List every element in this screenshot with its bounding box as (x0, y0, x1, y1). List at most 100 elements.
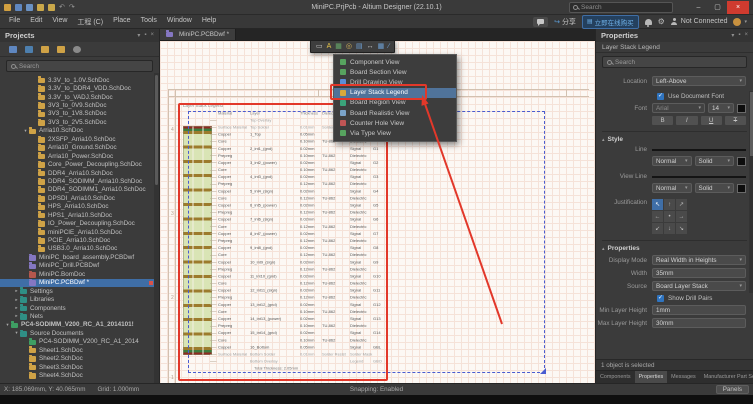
tree-item-ddr4-sodimm-arria10-schdoc[interactable]: DDR4_SODIMM_Arria10.SchDoc (0, 177, 159, 185)
font-t-button[interactable]: T (725, 116, 746, 125)
line-color-swatch[interactable] (737, 157, 746, 166)
bottom-tab-properties[interactable]: Properties (635, 371, 668, 383)
justification-cell-7[interactable]: ↓ (664, 223, 675, 234)
panel-pin-icon[interactable]: ▪ (738, 32, 740, 39)
properties-scrollbar[interactable] (749, 91, 753, 293)
tree-item-sheet3-schdoc[interactable]: Sheet3.SchDoc (0, 363, 159, 371)
menu-view[interactable]: View (47, 15, 72, 29)
board-view-icon[interactable]: ▭ (316, 43, 323, 50)
tree-item-hps1-arria10-schdoc[interactable]: HPS1_Arria10.SchDoc (0, 211, 159, 219)
view-line-color-swatch[interactable] (737, 184, 746, 193)
menu-place[interactable]: Place (108, 15, 136, 29)
style-section-header[interactable]: ▴ Style (602, 131, 747, 143)
menu-item-component-view[interactable]: Component View (334, 57, 456, 67)
tree-item-sheet1-schdoc[interactable]: Sheet1.SchDoc (0, 346, 159, 354)
menu-item-board-realistic-view[interactable]: Board Realistic View (334, 108, 456, 118)
save-project-icon[interactable] (9, 46, 17, 53)
location-select[interactable]: Left-Above▾ (652, 76, 746, 86)
maximize-button[interactable]: ▢ (708, 1, 727, 14)
tree-item-components[interactable]: ▸Components (0, 304, 159, 312)
tree-item-io-power-decoupling-schdoc[interactable]: IO_Power_Decoupling.SchDoc (0, 219, 159, 227)
menu-item-board-section-view[interactable]: Board Section View (334, 67, 456, 77)
open-folder-icon[interactable] (41, 46, 49, 53)
save-all-icon[interactable] (48, 4, 55, 11)
font-b-button[interactable]: B (652, 116, 673, 125)
font-family-select[interactable]: Arial▾ (652, 103, 705, 113)
bottom-tab-components[interactable]: Components (596, 371, 635, 383)
properties-search-input[interactable]: Search (602, 56, 747, 68)
tree-item-arria10-power-schdoc[interactable]: Arria10_Power.SchDoc (0, 152, 159, 160)
component-view-tool-icon[interactable]: A (327, 43, 332, 50)
tree-item-arria10-ground-schdoc[interactable]: Arria10_Ground.SchDoc (0, 144, 159, 152)
tree-item-3v3-to-1v8-schdoc[interactable]: 3V3_to_1V8.SchDoc (0, 110, 159, 118)
use-document-font-checkbox[interactable]: ✓ (657, 93, 664, 100)
tree-item-pcie-arria10-schdoc[interactable]: PCIE_Arria10.SchDoc (0, 236, 159, 244)
tree-caret-icon[interactable]: ▸ (13, 288, 20, 294)
line-tool-icon[interactable]: ∕ (388, 43, 389, 50)
tree-item-hps-arria10-schdoc[interactable]: HPS_Arria10.SchDoc (0, 203, 159, 211)
tree-item-libraries[interactable]: ▸Libraries (0, 295, 159, 303)
tree-item-minipc-board-assembly-pcbdwf[interactable]: MiniPC_board_assembly.PCBDwf (0, 253, 159, 261)
justification-cell-1[interactable]: ↑ (664, 199, 675, 210)
min-layer-height-input[interactable]: 1mm (652, 305, 746, 315)
menu-help[interactable]: Help (197, 15, 221, 29)
refresh-folder-icon[interactable] (57, 46, 65, 53)
tree-caret-icon[interactable]: ▸ (13, 297, 20, 303)
tree-item-minipc-drill-pcbdwf[interactable]: MiniPC_Drill.PCBDwf (0, 262, 159, 270)
tree-caret-icon[interactable]: ▾ (4, 322, 11, 328)
open-document-icon[interactable] (26, 4, 33, 11)
tree-item-arria10-schdoc[interactable]: ▾Arria10.SchDoc (0, 127, 159, 135)
justification-cell-6[interactable]: ↙ (652, 223, 663, 234)
tree-item-pc4-sodimm-v200-rc-a1-2014[interactable]: PC4-SODIMM_V200_RC_A1_2014 (0, 338, 159, 346)
menu-c[interactable]: 工程 (C) (72, 15, 108, 29)
menu-tools[interactable]: Tools (136, 15, 162, 29)
tree-item-2xsfp-arria10-schdoc[interactable]: 2XSFP_Arria10.SchDoc (0, 135, 159, 143)
font-color-swatch[interactable] (737, 104, 746, 113)
tree-item-minipc-bomdoc[interactable]: MiniPC.BomDoc (0, 270, 159, 278)
menu-item-counter-hole-view[interactable]: Counter Hole View (334, 118, 456, 128)
projects-search-input[interactable]: Search (6, 60, 153, 72)
max-layer-height-input[interactable]: 30mm (652, 318, 746, 328)
tree-item-minipcie-arria10-schdoc[interactable]: miniPCIE_Arria10.SchDoc (0, 228, 159, 236)
measure-tool-icon[interactable]: ↔ (367, 43, 374, 50)
width-input[interactable]: 35mm (652, 268, 746, 278)
bottom-tab-messages[interactable]: Messages (667, 371, 700, 383)
tree-item-settings[interactable]: ▸Settings (0, 287, 159, 295)
line-weight-select[interactable]: Normal▾ (652, 156, 692, 166)
font-u-button[interactable]: U (701, 116, 722, 125)
drill-view-icon[interactable]: ◎ (346, 43, 352, 50)
undo-icon[interactable]: ↶ (59, 4, 65, 11)
global-search-input[interactable]: Search (569, 2, 673, 13)
tree-caret-icon[interactable]: ▸ (13, 313, 20, 319)
panel-menu-icon[interactable]: ▾ (731, 32, 734, 39)
chart-view-icon[interactable]: ▤ (356, 43, 363, 50)
minimize-button[interactable]: – (689, 1, 708, 14)
tree-item-sheet2-schdoc[interactable]: Sheet2.SchDoc (0, 354, 159, 362)
menu-edit[interactable]: Edit (25, 15, 47, 29)
tree-item-usb3-0-arria10-schdoc[interactable]: USB3.0_Arria10.SchDoc (0, 245, 159, 253)
comment-button[interactable] (533, 17, 548, 27)
panel-close-icon[interactable]: × (150, 32, 154, 39)
justification-cell-0[interactable]: ↖ (652, 199, 663, 210)
tree-item-3-3v-to-ddr4-vdd-schdoc[interactable]: 3.3V_to_DDR4_VDD.SchDoc (0, 84, 159, 92)
panel-pin-icon[interactable]: ▪ (144, 32, 146, 39)
tree-item-3-3v-to-1-0v-schdoc[interactable]: 3.3V_to_1.0V.SchDoc (0, 76, 159, 84)
image-view-icon[interactable]: ▦ (335, 43, 342, 50)
account-menu[interactable]: ▾ (733, 18, 747, 26)
projects-scrollbar[interactable] (154, 73, 159, 383)
compile-icon[interactable] (25, 46, 33, 53)
panels-button[interactable]: Panels (716, 385, 749, 394)
show-drill-pairs-checkbox[interactable]: ✓ (657, 295, 664, 302)
bottom-tab-manufacturer-part-search[interactable]: Manufacturer Part Search (700, 371, 753, 383)
justification-cell-3[interactable]: ← (652, 211, 663, 222)
close-button[interactable]: × (727, 1, 749, 14)
menu-file[interactable]: File (4, 15, 25, 29)
document-tab[interactable]: MiniPC.PCBDwf * (160, 29, 236, 40)
source-select[interactable]: Board Layer Stack▾ (652, 281, 746, 291)
tree-item-dpsdi-arria10-schdoc[interactable]: DPSDI_Arria10.SchDoc (0, 194, 159, 202)
connection-status[interactable]: Not Connected (671, 18, 728, 25)
view-line-weight-select[interactable]: Normal▾ (652, 183, 692, 193)
justification-cell-2[interactable]: ↗ (676, 199, 687, 210)
display-mode-select[interactable]: Real Width in Heights▾ (652, 255, 746, 265)
menu-window[interactable]: Window (162, 15, 197, 29)
